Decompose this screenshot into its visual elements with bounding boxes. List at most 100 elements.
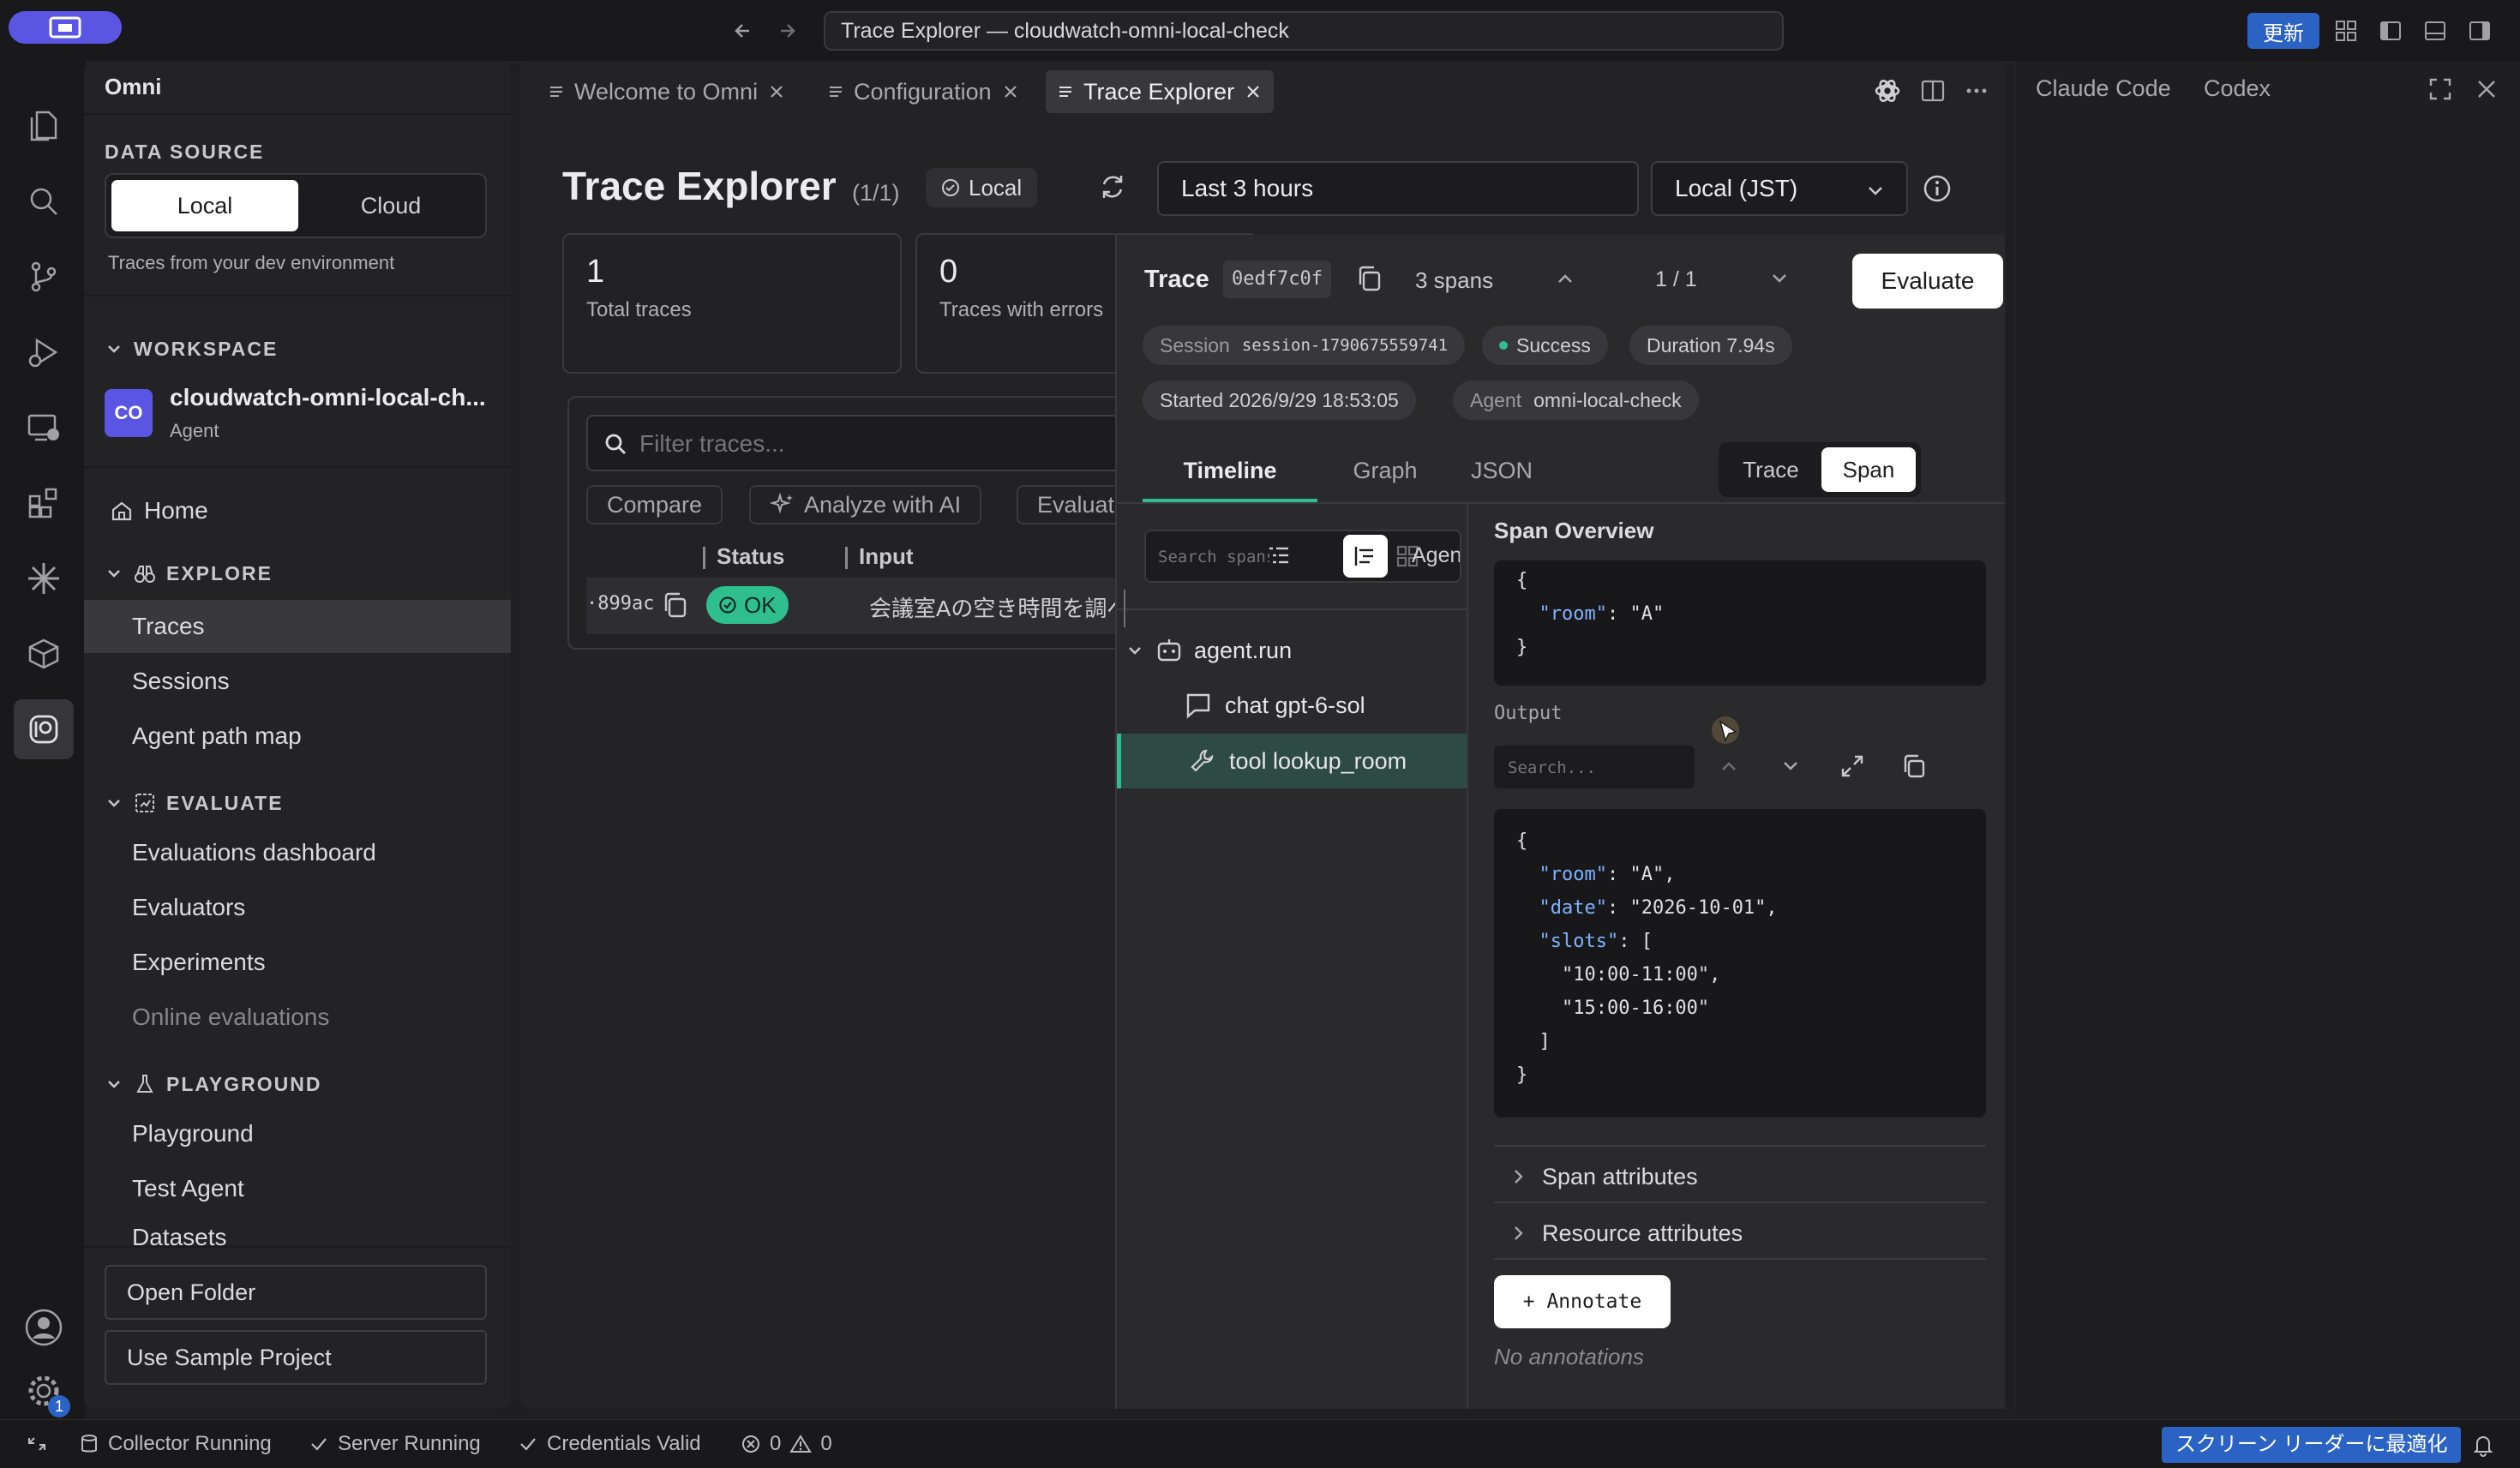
nav-evaluators[interactable]: Evaluators	[84, 881, 511, 934]
column-header-status[interactable]: Status	[717, 543, 784, 570]
column-header-input[interactable]: Input	[859, 543, 914, 570]
nav-test-agent[interactable]: Test Agent	[84, 1162, 511, 1215]
output-search-field[interactable]	[1494, 746, 1695, 788]
copy-icon[interactable]	[1355, 264, 1384, 293]
evaluate-section-toggle[interactable]: EVALUATE	[105, 782, 284, 824]
tab-codex[interactable]: Codex	[2204, 75, 2271, 102]
output-label: Output	[1494, 703, 1563, 724]
source-cloud-button[interactable]: Cloud	[300, 180, 482, 231]
span-search-field[interactable]: Agent +	[1144, 530, 1461, 583]
nav-playground[interactable]: Playground	[84, 1107, 511, 1160]
span-attributes-toggle[interactable]: Span attributes	[1494, 1152, 1986, 1201]
list-tree-icon[interactable]	[1266, 543, 1292, 569]
nav-sessions[interactable]: Sessions	[84, 655, 511, 708]
chevron-down-icon[interactable]	[1125, 641, 1144, 660]
run-debug-icon[interactable]	[14, 322, 74, 382]
nav-online-evaluations[interactable]: Online evaluations	[84, 991, 511, 1044]
tab-claude-code[interactable]: Claude Code	[2036, 75, 2171, 102]
span-row-agent-run[interactable]: agent.run	[1117, 624, 1467, 677]
tab-configuration[interactable]: Configuration	[816, 70, 1031, 113]
annotate-button[interactable]: + Annotate	[1494, 1275, 1671, 1328]
command-center-search[interactable]: Trace Explorer — cloudwatch-omni-local-c…	[824, 11, 1784, 51]
explorer-files-icon[interactable]	[14, 96, 74, 156]
refresh-icon[interactable]	[1097, 171, 1128, 202]
resource-attributes-toggle[interactable]: Resource attributes	[1494, 1208, 1986, 1258]
omni-trace-icon[interactable]	[14, 699, 74, 759]
explore-section-toggle[interactable]: EXPLORE	[105, 552, 273, 595]
playground-section-toggle[interactable]: PLAYGROUND	[105, 1063, 321, 1105]
openai-logo-icon[interactable]	[1872, 75, 1903, 106]
credentials-status[interactable]: Credentials Valid	[518, 1420, 701, 1468]
claude-spark-icon[interactable]	[14, 548, 74, 608]
analyze-with-ai-button[interactable]: Analyze with AI	[749, 485, 982, 524]
span-row-tool[interactable]: tool lookup_room	[1117, 734, 1467, 788]
home-nav-item[interactable]: Home	[110, 487, 208, 535]
output-search-input[interactable]	[1506, 752, 1681, 783]
notification-bell-icon[interactable]	[2470, 1432, 2496, 1458]
timezone-select[interactable]: Local (JST)	[1651, 161, 1908, 216]
chevron-up-icon[interactable]	[1717, 754, 1741, 778]
tab-graph[interactable]: Graph	[1338, 440, 1432, 500]
customize-layout-icon[interactable]	[2331, 16, 2361, 45]
settings-gear-icon[interactable]: 1	[14, 1361, 74, 1421]
remote-indicator[interactable]	[26, 1420, 48, 1468]
evaluate-button[interactable]: Evaluate	[1852, 254, 2003, 309]
filter-traces-input[interactable]	[638, 423, 1121, 464]
app-menu-button[interactable]	[9, 11, 122, 44]
search-icon[interactable]	[14, 171, 74, 231]
compare-button[interactable]: Compare	[586, 485, 723, 524]
workspace-name[interactable]: cloudwatch-omni-local-ch...	[170, 384, 486, 411]
update-button[interactable]: 更新	[2247, 13, 2319, 49]
span-row-chat[interactable]: chat gpt-6-sol	[1117, 679, 1467, 732]
span-search-input[interactable]	[1156, 542, 1271, 572]
close-icon[interactable]	[2473, 75, 2500, 103]
mode-span-button[interactable]: Span	[1821, 447, 1916, 492]
remote-explorer-icon[interactable]	[14, 398, 74, 458]
toggle-panel-icon[interactable]	[2421, 16, 2450, 45]
nav-experiments[interactable]: Experiments	[84, 936, 511, 989]
toggle-secondary-sidebar-icon[interactable]	[2465, 16, 2494, 45]
maximize-panel-icon[interactable]	[2427, 75, 2454, 103]
nav-agent-path-map[interactable]: Agent path map	[84, 710, 511, 763]
source-control-icon[interactable]	[14, 247, 74, 307]
chevron-down-icon[interactable]	[1779, 754, 1803, 778]
extensions-icon[interactable]	[14, 473, 74, 533]
agent-filter[interactable]: Agent +	[1412, 543, 1460, 568]
forward-arrow-icon[interactable]	[770, 14, 804, 48]
mode-trace-button[interactable]: Trace	[1724, 447, 1818, 492]
split-editor-icon[interactable]	[1920, 78, 1946, 104]
screen-reader-optimized-button[interactable]: スクリーン リーダーに最適化	[2162, 1427, 2462, 1463]
back-arrow-icon[interactable]	[726, 14, 760, 48]
account-icon[interactable]	[14, 1297, 74, 1357]
tab-trace-explorer[interactable]: Trace Explorer	[1046, 70, 1275, 113]
collector-status[interactable]: Collector Running	[79, 1420, 272, 1468]
close-icon[interactable]	[1002, 83, 1019, 100]
use-sample-project-button[interactable]: Use Sample Project	[105, 1330, 487, 1385]
workspace-section-toggle[interactable]: WORKSPACE	[105, 327, 278, 370]
tab-timeline[interactable]: Timeline	[1143, 440, 1317, 500]
expand-icon[interactable]	[1839, 752, 1866, 780]
chevron-up-icon[interactable]	[1552, 266, 1578, 291]
package-box-icon[interactable]	[14, 624, 74, 684]
time-range-select[interactable]: Last 3 hours	[1157, 161, 1639, 216]
copy-icon[interactable]	[662, 591, 689, 619]
nav-datasets[interactable]: Datasets	[84, 1217, 511, 1246]
nav-traces[interactable]: Traces	[84, 600, 511, 653]
sparkle-icon	[770, 492, 793, 514]
open-folder-button[interactable]: Open Folder	[105, 1265, 487, 1320]
toggle-sidebar-icon[interactable]	[2376, 16, 2405, 45]
close-icon[interactable]	[1245, 83, 1262, 100]
close-icon[interactable]	[768, 83, 785, 100]
waterfall-view-button[interactable]	[1343, 535, 1388, 578]
tab-welcome[interactable]: Welcome to Omni	[537, 70, 797, 113]
problems-indicator[interactable]: 0 0	[741, 1420, 832, 1468]
server-status[interactable]: Server Running	[309, 1420, 481, 1468]
explore-heading: EXPLORE	[166, 561, 273, 584]
tab-json[interactable]: JSON	[1455, 440, 1549, 500]
info-icon[interactable]	[1922, 173, 1953, 204]
copy-icon[interactable]	[1900, 752, 1928, 780]
chevron-down-icon[interactable]	[1767, 266, 1792, 291]
nav-evaluations-dashboard[interactable]: Evaluations dashboard	[84, 826, 511, 879]
more-actions-icon[interactable]	[1965, 79, 1989, 103]
source-local-button[interactable]: Local	[111, 180, 298, 231]
